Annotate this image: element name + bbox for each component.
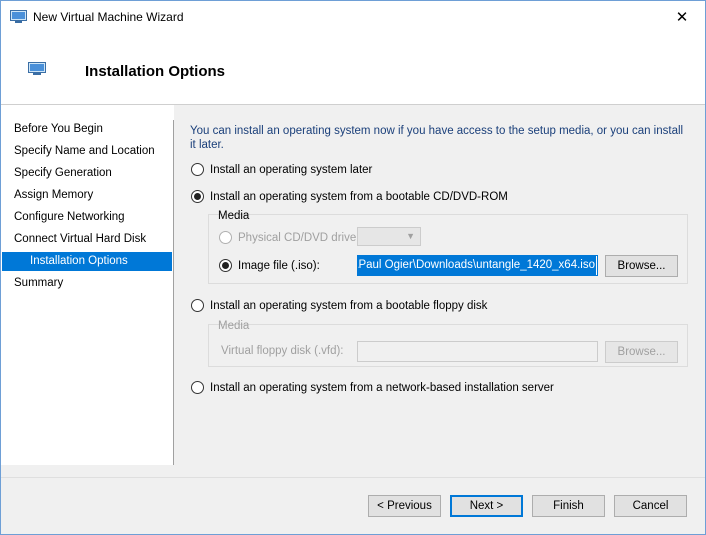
next-button[interactable]: Next > (450, 495, 523, 517)
wizard-footer: < Previous Next > Finish Cancel (1, 477, 705, 534)
image-file-label: Image file (.iso): (238, 259, 320, 272)
browse-iso-button[interactable]: Browse... (605, 255, 678, 277)
option-physical-drive: Physical CD/DVD drive: (219, 231, 359, 244)
option-install-from-floppy-label: Install an operating system from a boota… (210, 299, 488, 312)
nav-item-assign-memory[interactable]: Assign Memory (2, 186, 172, 205)
chevron-down-icon: ▼ (406, 231, 415, 241)
option-install-later-label: Install an operating system later (210, 163, 373, 176)
nav-item-before-you-begin[interactable]: Before You Begin (2, 120, 172, 139)
window-title: New Virtual Machine Wizard (33, 10, 184, 24)
physical-drive-select: ▼ (357, 227, 421, 246)
page-title: Installation Options (85, 63, 226, 80)
image-file-input[interactable]: rs\Paul Ogier\Downloads\untangle_1420_x6… (357, 255, 598, 276)
wizard-window: New Virtual Machine Wizard ✕ Installatio… (0, 0, 706, 535)
title-bar: New Virtual Machine Wizard ✕ (1, 1, 705, 32)
option-install-from-network[interactable]: Install an operating system from a netwo… (191, 381, 554, 394)
floppy-media-group: Media Virtual floppy disk (.vfd): Browse… (208, 320, 688, 367)
virtual-machine-icon (28, 62, 46, 75)
radio-install-from-cd[interactable] (191, 190, 204, 203)
nav-item-specify-generation[interactable]: Specify Generation (2, 164, 172, 183)
radio-install-from-network[interactable] (191, 381, 204, 394)
page-header: Installation Options (1, 32, 705, 105)
cancel-button[interactable]: Cancel (614, 495, 687, 517)
nav-item-configure-networking[interactable]: Configure Networking (2, 208, 172, 227)
intro-text: You can install an operating system now … (190, 125, 684, 151)
option-install-from-network-label: Install an operating system from a netwo… (210, 381, 554, 394)
virtual-machine-icon (10, 10, 27, 23)
option-install-from-cd-label: Install an operating system from a boota… (210, 190, 508, 203)
image-file-path: rs\Paul Ogier\Downloads\untangle_1420_x6… (358, 256, 596, 275)
option-install-later[interactable]: Install an operating system later (191, 163, 372, 176)
option-image-file[interactable]: Image file (.iso): (219, 259, 320, 272)
physical-drive-label: Physical CD/DVD drive: (238, 231, 360, 244)
nav-item-summary[interactable]: Summary (2, 274, 172, 293)
vfd-label: Virtual floppy disk (.vfd): (221, 345, 344, 357)
radio-install-from-floppy[interactable] (191, 299, 204, 312)
radio-install-later[interactable] (191, 163, 204, 176)
previous-button[interactable]: < Previous (368, 495, 441, 517)
floppy-media-group-label: Media (218, 320, 250, 332)
wizard-steps-nav: Before You Begin Specify Name and Locati… (1, 105, 174, 465)
vfd-input (357, 341, 598, 362)
cd-media-group-label: Media (218, 210, 250, 222)
nav-item-specify-name-and-location[interactable]: Specify Name and Location (2, 142, 172, 161)
radio-image-file[interactable] (219, 259, 232, 272)
option-install-from-floppy[interactable]: Install an operating system from a boota… (191, 299, 487, 312)
cd-media-group: Media Physical CD/DVD drive: ▼ Image fil… (208, 210, 688, 284)
finish-button[interactable]: Finish (532, 495, 605, 517)
installation-options-panel: You can install an operating system now … (174, 105, 705, 477)
radio-physical-drive (219, 231, 232, 244)
close-icon: ✕ (675, 8, 689, 26)
nav-item-installation-options[interactable]: Installation Options (2, 252, 172, 271)
close-button[interactable]: ✕ (659, 1, 705, 32)
option-install-from-cd[interactable]: Install an operating system from a boota… (191, 190, 508, 203)
browse-vfd-button: Browse... (605, 341, 678, 363)
nav-item-connect-virtual-hard-disk[interactable]: Connect Virtual Hard Disk (2, 230, 172, 249)
